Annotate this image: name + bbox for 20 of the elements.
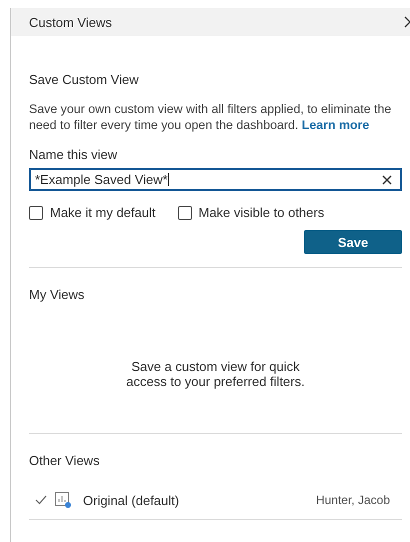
checkmark-icon <box>35 495 47 505</box>
save-button[interactable]: Save <box>304 230 402 254</box>
section-heading: Other Views <box>29 453 101 468</box>
section-heading: Save Custom View <box>29 72 140 87</box>
checkbox[interactable] <box>29 206 43 220</box>
checkbox-label: Make visible to others <box>198 205 324 220</box>
view-item[interactable]: Original (default) Hunter, Jacob <box>29 490 402 510</box>
chart-view-icon <box>55 492 71 508</box>
clear-icon[interactable] <box>382 174 392 184</box>
name-field[interactable]: *Example Saved View* <box>29 168 402 191</box>
learn-more-link[interactable]: Learn more <box>302 118 370 132</box>
checkbox[interactable] <box>178 206 192 220</box>
field-label: Name this view <box>29 147 118 162</box>
section-heading: My Views <box>29 287 86 302</box>
view-owner: Hunter, Jacob <box>316 493 390 507</box>
panel-title: Custom Views <box>29 14 112 30</box>
empty-message: Save a custom view for quick access to your preferred filters. <box>125 359 306 389</box>
view-name: Original (default) <box>83 492 180 508</box>
description-text: Save your own custom view with all filters applied, to eliminate the need to filter every time you open the dashboard. Learn more <box>29 101 392 133</box>
checkbox-label: Make it my default <box>50 205 156 220</box>
